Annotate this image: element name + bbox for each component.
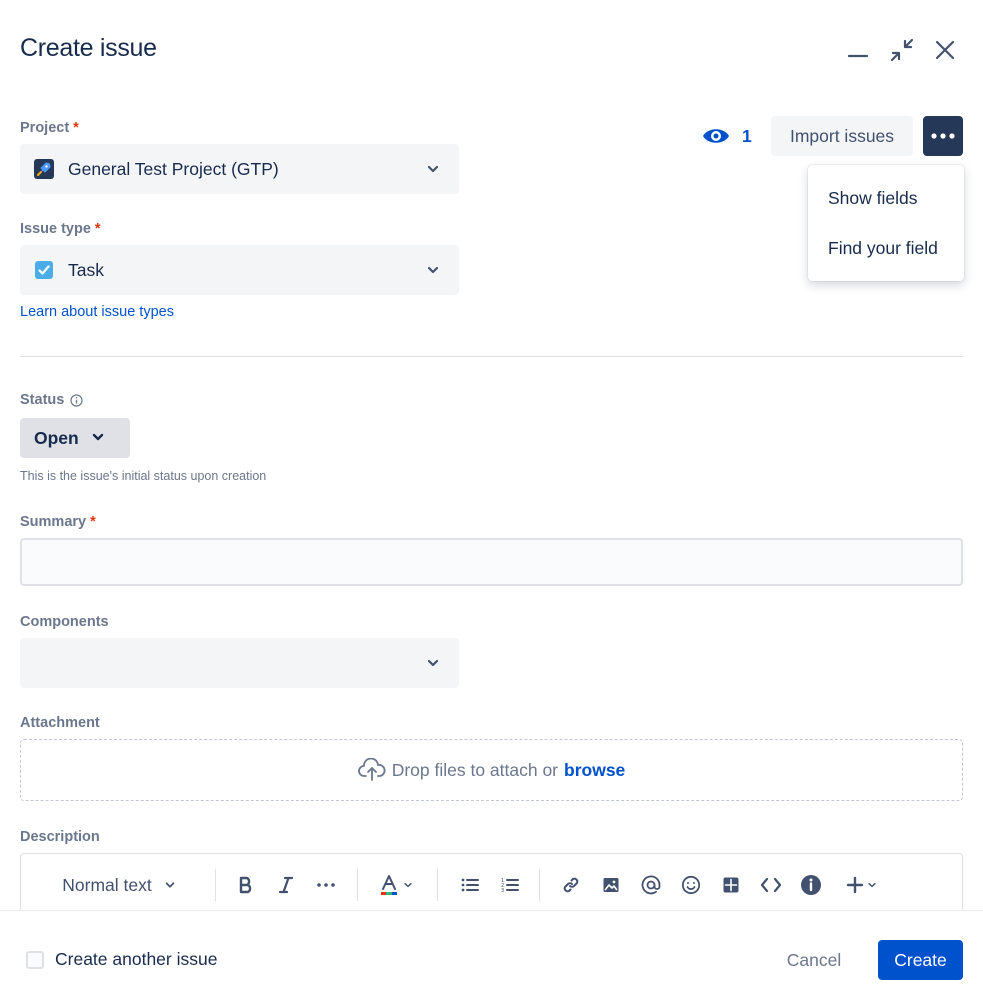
toolbar-separator xyxy=(215,869,216,901)
issue-type-select[interactable]: Task xyxy=(20,245,459,295)
eye-icon xyxy=(703,129,729,143)
status-value: Open xyxy=(34,427,79,448)
create-another-checkbox[interactable] xyxy=(26,951,44,969)
chevron-down-icon xyxy=(421,258,445,282)
summary-label: Summary * xyxy=(20,514,96,530)
bullet-list-icon xyxy=(461,878,479,892)
status-helper-text: This is the issue's initial status upon … xyxy=(20,469,267,483)
more-icon xyxy=(317,883,335,887)
info-panel-button[interactable] xyxy=(798,871,824,899)
issue-type-label: Issue type * xyxy=(20,221,101,237)
attachment-dropzone[interactable]: Drop files to attach or browse xyxy=(20,739,963,801)
chevron-down-icon xyxy=(867,882,876,888)
learn-issue-types-link[interactable]: Learn about issue types xyxy=(20,304,174,320)
status-label: Status xyxy=(20,392,83,408)
link-icon xyxy=(563,877,579,893)
image-button[interactable] xyxy=(598,871,624,899)
link-button[interactable] xyxy=(558,871,584,899)
rocket-icon xyxy=(34,159,54,179)
numbered-list-icon: 1 2 3 xyxy=(501,878,519,893)
italic-icon xyxy=(278,876,294,894)
description-label: Description xyxy=(20,829,100,845)
chevron-down-icon xyxy=(421,651,445,675)
project-label: Project * xyxy=(20,120,79,136)
divider xyxy=(20,356,963,357)
insert-more-button[interactable] xyxy=(841,871,881,899)
create-another-label[interactable]: Create another issue xyxy=(55,949,217,970)
create-button[interactable]: Create xyxy=(878,940,963,980)
minimize-icon xyxy=(847,54,869,58)
image-icon xyxy=(603,878,619,892)
chevron-down-icon xyxy=(404,882,412,888)
components-select[interactable] xyxy=(20,638,459,688)
menu-item-show-fields[interactable]: Show fields xyxy=(808,173,964,223)
info-icon xyxy=(801,875,821,895)
cancel-button[interactable]: Cancel xyxy=(770,940,858,980)
bold-icon xyxy=(239,876,252,894)
info-icon[interactable] xyxy=(70,393,83,407)
more-actions-button[interactable] xyxy=(923,116,963,156)
text-color-icon xyxy=(381,875,397,895)
status-dropdown[interactable]: Open xyxy=(20,418,130,458)
bullet-list-button[interactable] xyxy=(457,871,483,899)
summary-input[interactable] xyxy=(20,538,963,586)
chevron-down-icon xyxy=(165,882,175,888)
numbered-list-button[interactable]: 1 2 3 xyxy=(497,871,523,899)
more-icon xyxy=(931,133,955,139)
collapse-button[interactable] xyxy=(886,34,918,66)
dialog-title: Create issue xyxy=(20,34,157,62)
plus-icon xyxy=(846,876,863,894)
project-select[interactable]: General Test Project (GTP) xyxy=(20,144,459,194)
close-icon xyxy=(935,40,955,60)
emoji-icon xyxy=(681,875,701,895)
mention-button[interactable] xyxy=(638,871,664,899)
issue-type-value: Task xyxy=(68,259,104,280)
dialog-footer: Create another issue Cancel Create xyxy=(0,910,983,999)
code-button[interactable] xyxy=(758,871,784,899)
collapse-icon xyxy=(890,38,914,62)
cloud-upload-icon xyxy=(357,758,386,781)
chevron-down-icon xyxy=(91,428,105,449)
description-editor-toolbar: Normal text 1 2 3 xyxy=(20,853,963,913)
text-style-dropdown[interactable]: Normal text xyxy=(49,871,189,899)
minimize-button[interactable] xyxy=(842,34,874,66)
text-style-value: Normal text xyxy=(62,874,152,895)
close-button[interactable] xyxy=(929,34,961,66)
browse-link[interactable]: browse xyxy=(564,760,625,781)
required-mark: * xyxy=(94,221,101,237)
text-color-button[interactable] xyxy=(375,871,417,899)
code-icon xyxy=(761,877,781,893)
task-icon xyxy=(34,260,54,280)
project-value: General Test Project (GTP) xyxy=(68,158,279,179)
watchers-count: 1 xyxy=(742,125,752,146)
svg-text:3: 3 xyxy=(501,888,504,893)
required-mark: * xyxy=(73,120,79,136)
bold-button[interactable] xyxy=(233,871,259,899)
required-mark: * xyxy=(90,514,96,530)
drop-text: Drop files to attach or xyxy=(391,759,559,780)
import-issues-button[interactable]: Import issues xyxy=(771,116,913,156)
attachment-label: Attachment xyxy=(20,715,100,731)
table-button[interactable] xyxy=(718,871,744,899)
emoji-button[interactable] xyxy=(678,871,704,899)
more-formatting-button[interactable] xyxy=(313,871,339,899)
chevron-down-icon xyxy=(421,157,445,181)
table-icon xyxy=(723,877,739,893)
menu-item-find-your-field[interactable]: Find your field xyxy=(808,223,964,273)
toolbar-separator xyxy=(539,869,540,901)
toolbar-separator xyxy=(357,869,358,901)
components-label: Components xyxy=(20,614,109,630)
more-actions-menu: Show fields Find your field xyxy=(808,165,964,281)
toolbar-separator xyxy=(437,869,438,901)
watch-button[interactable]: 1 xyxy=(702,120,752,152)
italic-button[interactable] xyxy=(273,871,299,899)
mention-icon xyxy=(641,875,661,895)
